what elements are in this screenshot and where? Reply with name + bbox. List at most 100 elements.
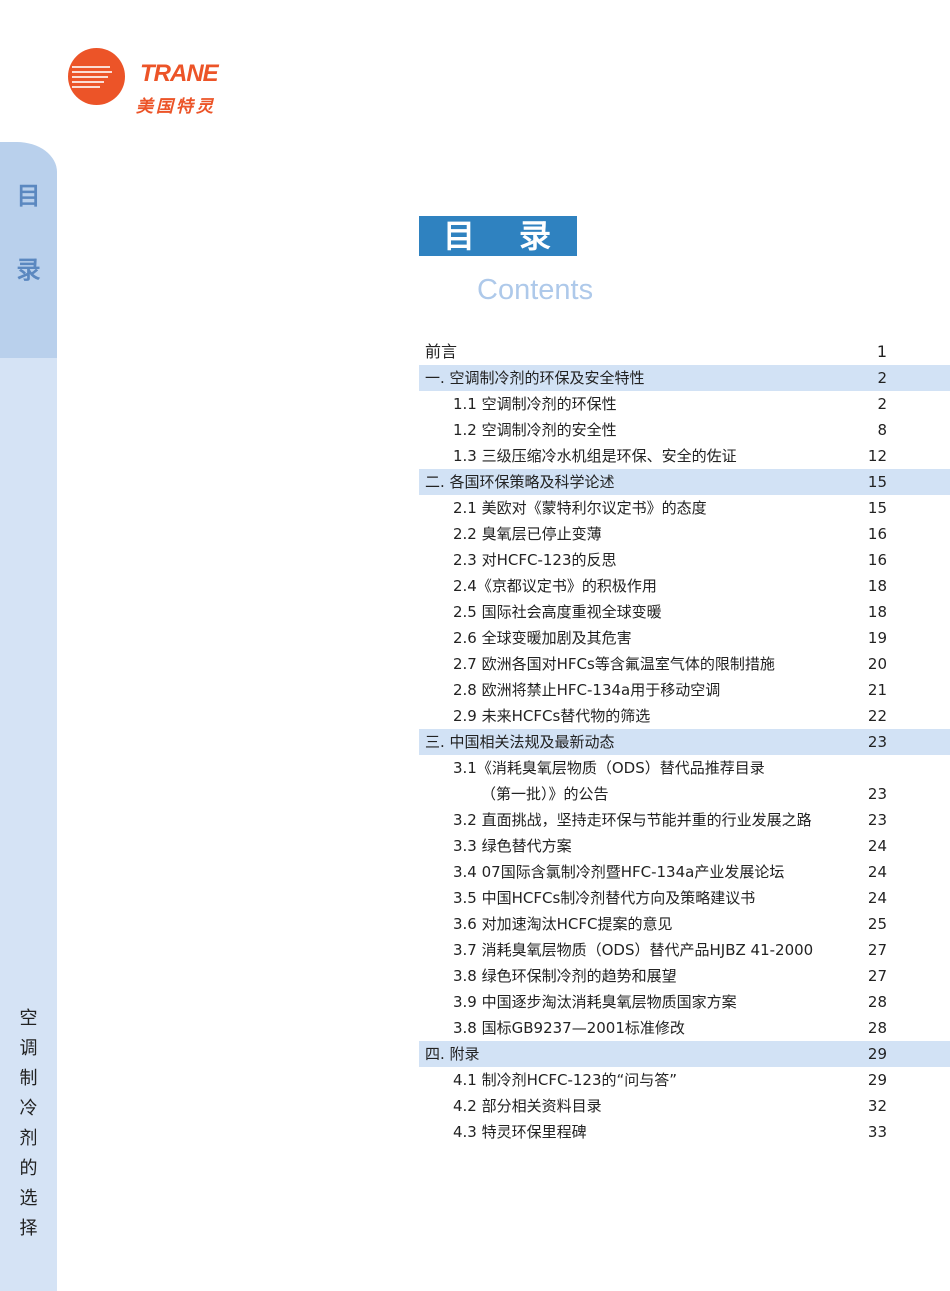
toc-entry-title: 1.2 空调制冷剂的安全性: [453, 421, 617, 439]
sidebar-title-char: 录: [16, 256, 41, 284]
toc-entry-title: 3.7 消耗臭氧层物质（ODS）替代产品HJBZ 41-2000: [453, 941, 814, 959]
toc-page-number: 15: [867, 499, 887, 517]
toc-entry-title: 2.3 对HCFC-123的反思: [453, 551, 617, 569]
toc-section[interactable]: 三. 中国相关法规及最新动态 23: [419, 729, 950, 755]
toc-page-number: 27: [867, 941, 887, 959]
toc-entry-title: 4.2 部分相关资料目录: [453, 1097, 602, 1115]
toc-entry[interactable]: 前言 1: [419, 339, 950, 365]
toc-page-number: 15: [867, 473, 887, 491]
toc-section[interactable]: 二. 各国环保策略及科学论述 15: [419, 469, 950, 495]
toc-entry[interactable]: 3.5 中国HCFCs制冷剂替代方向及策略建议书 24: [419, 885, 950, 911]
toc-entry-title: 1.3 三级压缩冷水机组是环保、安全的佐证: [453, 447, 737, 465]
toc-entry[interactable]: 3.2 直面挑战，坚持走环保与节能并重的行业发展之路 23: [419, 807, 950, 833]
toc-page-number: 23: [867, 733, 887, 751]
toc-entry-title: 3.2 直面挑战，坚持走环保与节能并重的行业发展之路: [453, 811, 812, 829]
toc-entry-title: 3.5 中国HCFCs制冷剂替代方向及策略建议书: [453, 889, 756, 907]
toc-entry[interactable]: 3.8 国标GB9237—2001标准修改 28: [419, 1015, 950, 1041]
toc-entry[interactable]: 3.3 绿色替代方案 24: [419, 833, 950, 859]
toc-page-number: 21: [867, 681, 887, 699]
toc-page-number: 16: [867, 551, 887, 569]
toc-entry-title: 3.1《消耗臭氧层物质（ODS）替代品推荐目录: [453, 759, 765, 777]
toc-entry-title: 2.6 全球变暖加剧及其危害: [453, 629, 632, 647]
title-char: 目: [443, 217, 476, 255]
toc-entry-title: 3.4 07国际含氯制冷剂暨HFC-134a产业发展论坛: [453, 863, 785, 881]
toc-section[interactable]: 四. 附录 29: [419, 1041, 950, 1067]
toc-entry-title: 2.7 欧洲各国对HFCs等含氟温室气体的限制措施: [453, 655, 775, 673]
toc-entry[interactable]: 1.3 三级压缩冷水机组是环保、安全的佐证 12: [419, 443, 950, 469]
toc-entry[interactable]: 4.2 部分相关资料目录 32: [419, 1093, 950, 1119]
toc-page-number: 33: [867, 1123, 887, 1141]
toc-entry[interactable]: 2.8 欧洲将禁止HFC-134a用于移动空调 21: [419, 677, 950, 703]
toc-entry-title: 3.6 对加速淘汰HCFC提案的意见: [453, 915, 673, 933]
toc-entry-title: 2.9 未来HCFCs替代物的筛选: [453, 707, 651, 725]
sidebar-vertical-char: 的: [19, 1158, 38, 1179]
toc-entry[interactable]: 2.4《京都议定书》的积极作用 18: [419, 573, 950, 599]
sidebar-vertical-char: 剂: [19, 1128, 38, 1149]
toc-entry-title: 4.1 制冷剂HCFC-123的“问与答”: [453, 1071, 678, 1089]
sidebar-vertical-char: 冷: [19, 1098, 38, 1119]
toc-entry-title: 2.5 国际社会高度重视全球变暖: [453, 603, 662, 621]
toc-entry-title: 2.8 欧洲将禁止HFC-134a用于移动空调: [453, 681, 721, 699]
toc-page-number: 18: [867, 603, 887, 621]
toc-entry[interactable]: 4.3 特灵环保里程碑 33: [419, 1119, 950, 1145]
toc-entry-title: 一. 空调制冷剂的环保及安全特性: [425, 369, 645, 387]
toc-page-number: 25: [867, 915, 887, 933]
toc-entry-title: 3.9 中国逐步淘汰消耗臭氧层物质国家方案: [453, 993, 737, 1011]
toc-page-number: 18: [867, 577, 887, 595]
toc-page-number: 28: [867, 1019, 887, 1037]
toc-entry[interactable]: 2.6 全球变暖加剧及其危害 19: [419, 625, 950, 651]
toc-page-number: 24: [867, 863, 887, 881]
toc-entry[interactable]: （第一批）》的公告 23: [419, 781, 950, 807]
toc-entry[interactable]: 3.7 消耗臭氧层物质（ODS）替代产品HJBZ 41-2000 27: [419, 937, 950, 963]
toc-entry-title: 四. 附录: [425, 1045, 480, 1063]
logo-brand: TRANE: [140, 60, 219, 87]
toc-entry-title: 1.1 空调制冷剂的环保性: [453, 395, 617, 413]
toc-entry[interactable]: 3.9 中国逐步淘汰消耗臭氧层物质国家方案 28: [419, 989, 950, 1015]
toc-entry-title: 4.3 特灵环保里程碑: [453, 1123, 587, 1141]
toc-entry[interactable]: 2.9 未来HCFCs替代物的筛选 22: [419, 703, 950, 729]
toc-entry[interactable]: 3.4 07国际含氯制冷剂暨HFC-134a产业发展论坛 24: [419, 859, 950, 885]
toc-entry[interactable]: 4.1 制冷剂HCFC-123的“问与答” 29: [419, 1067, 950, 1093]
toc-section[interactable]: 一. 空调制冷剂的环保及安全特性 2: [419, 365, 950, 391]
toc-entry[interactable]: 3.6 对加速淘汰HCFC提案的意见 25: [419, 911, 950, 937]
toc-entry[interactable]: 2.2 臭氧层已停止变薄 16: [419, 521, 950, 547]
toc-page-number: 24: [867, 889, 887, 907]
toc-page-number: 22: [867, 707, 887, 725]
toc-entry[interactable]: 2.1 美欧对《蒙特利尔议定书》的态度 15: [419, 495, 950, 521]
toc-entry-title: 2.1 美欧对《蒙特利尔议定书》的态度: [453, 499, 707, 517]
sidebar-vertical-char: 空: [19, 1008, 38, 1029]
toc-entry[interactable]: 2.3 对HCFC-123的反思 16: [419, 547, 950, 573]
sidebar-title-char: 目: [16, 182, 41, 210]
toc-entry-title: 3.8 绿色环保制冷剂的趋势和展望: [453, 967, 677, 985]
toc-entry-title: （第一批）》的公告: [481, 785, 609, 803]
toc-page-number: 1: [876, 342, 887, 361]
toc-page-number: 23: [867, 785, 887, 803]
toc-page-number: 8: [877, 421, 887, 439]
sidebar-vertical-title: 空调制冷剂的选择: [0, 1004, 57, 1244]
toc-entry[interactable]: 2.7 欧洲各国对HFCs等含氟温室气体的限制措施 20: [419, 651, 950, 677]
toc-page-number: 28: [867, 993, 887, 1011]
toc-entry-title: 3.3 绿色替代方案: [453, 837, 572, 855]
page-title: 目 录: [419, 216, 577, 256]
page-subtitle: Contents: [477, 274, 594, 306]
toc-page-number: 2: [877, 395, 887, 413]
toc-entry-title: 前言: [425, 342, 458, 361]
toc-entry-title: 3.8 国标GB9237—2001标准修改: [453, 1019, 685, 1037]
toc-entry-title: 2.2 臭氧层已停止变薄: [453, 525, 602, 543]
toc-entry[interactable]: 1.1 空调制冷剂的环保性 2: [419, 391, 950, 417]
title-char: 录: [519, 217, 552, 255]
toc-entry-title: 二. 各国环保策略及科学论述: [425, 473, 615, 491]
toc-page-number: 12: [867, 447, 887, 465]
toc-entry[interactable]: 3.1《消耗臭氧层物质（ODS）替代品推荐目录: [419, 755, 950, 781]
toc-entry-title: 2.4《京都议定书》的积极作用: [453, 577, 657, 595]
toc-page-number: 29: [867, 1071, 887, 1089]
toc-entry[interactable]: 2.5 国际社会高度重视全球变暖 18: [419, 599, 950, 625]
toc-page-number: 29: [867, 1045, 887, 1063]
toc-page-number: 20: [867, 655, 887, 673]
toc-entry[interactable]: 3.8 绿色环保制冷剂的趋势和展望 27: [419, 963, 950, 989]
sidebar-vertical-char: 选: [19, 1188, 38, 1209]
toc-entry[interactable]: 1.2 空调制冷剂的安全性 8: [419, 417, 950, 443]
logo-cn: 美国特灵: [136, 97, 216, 117]
toc-page-number: 32: [867, 1097, 887, 1115]
toc-page-number: 23: [867, 811, 887, 829]
